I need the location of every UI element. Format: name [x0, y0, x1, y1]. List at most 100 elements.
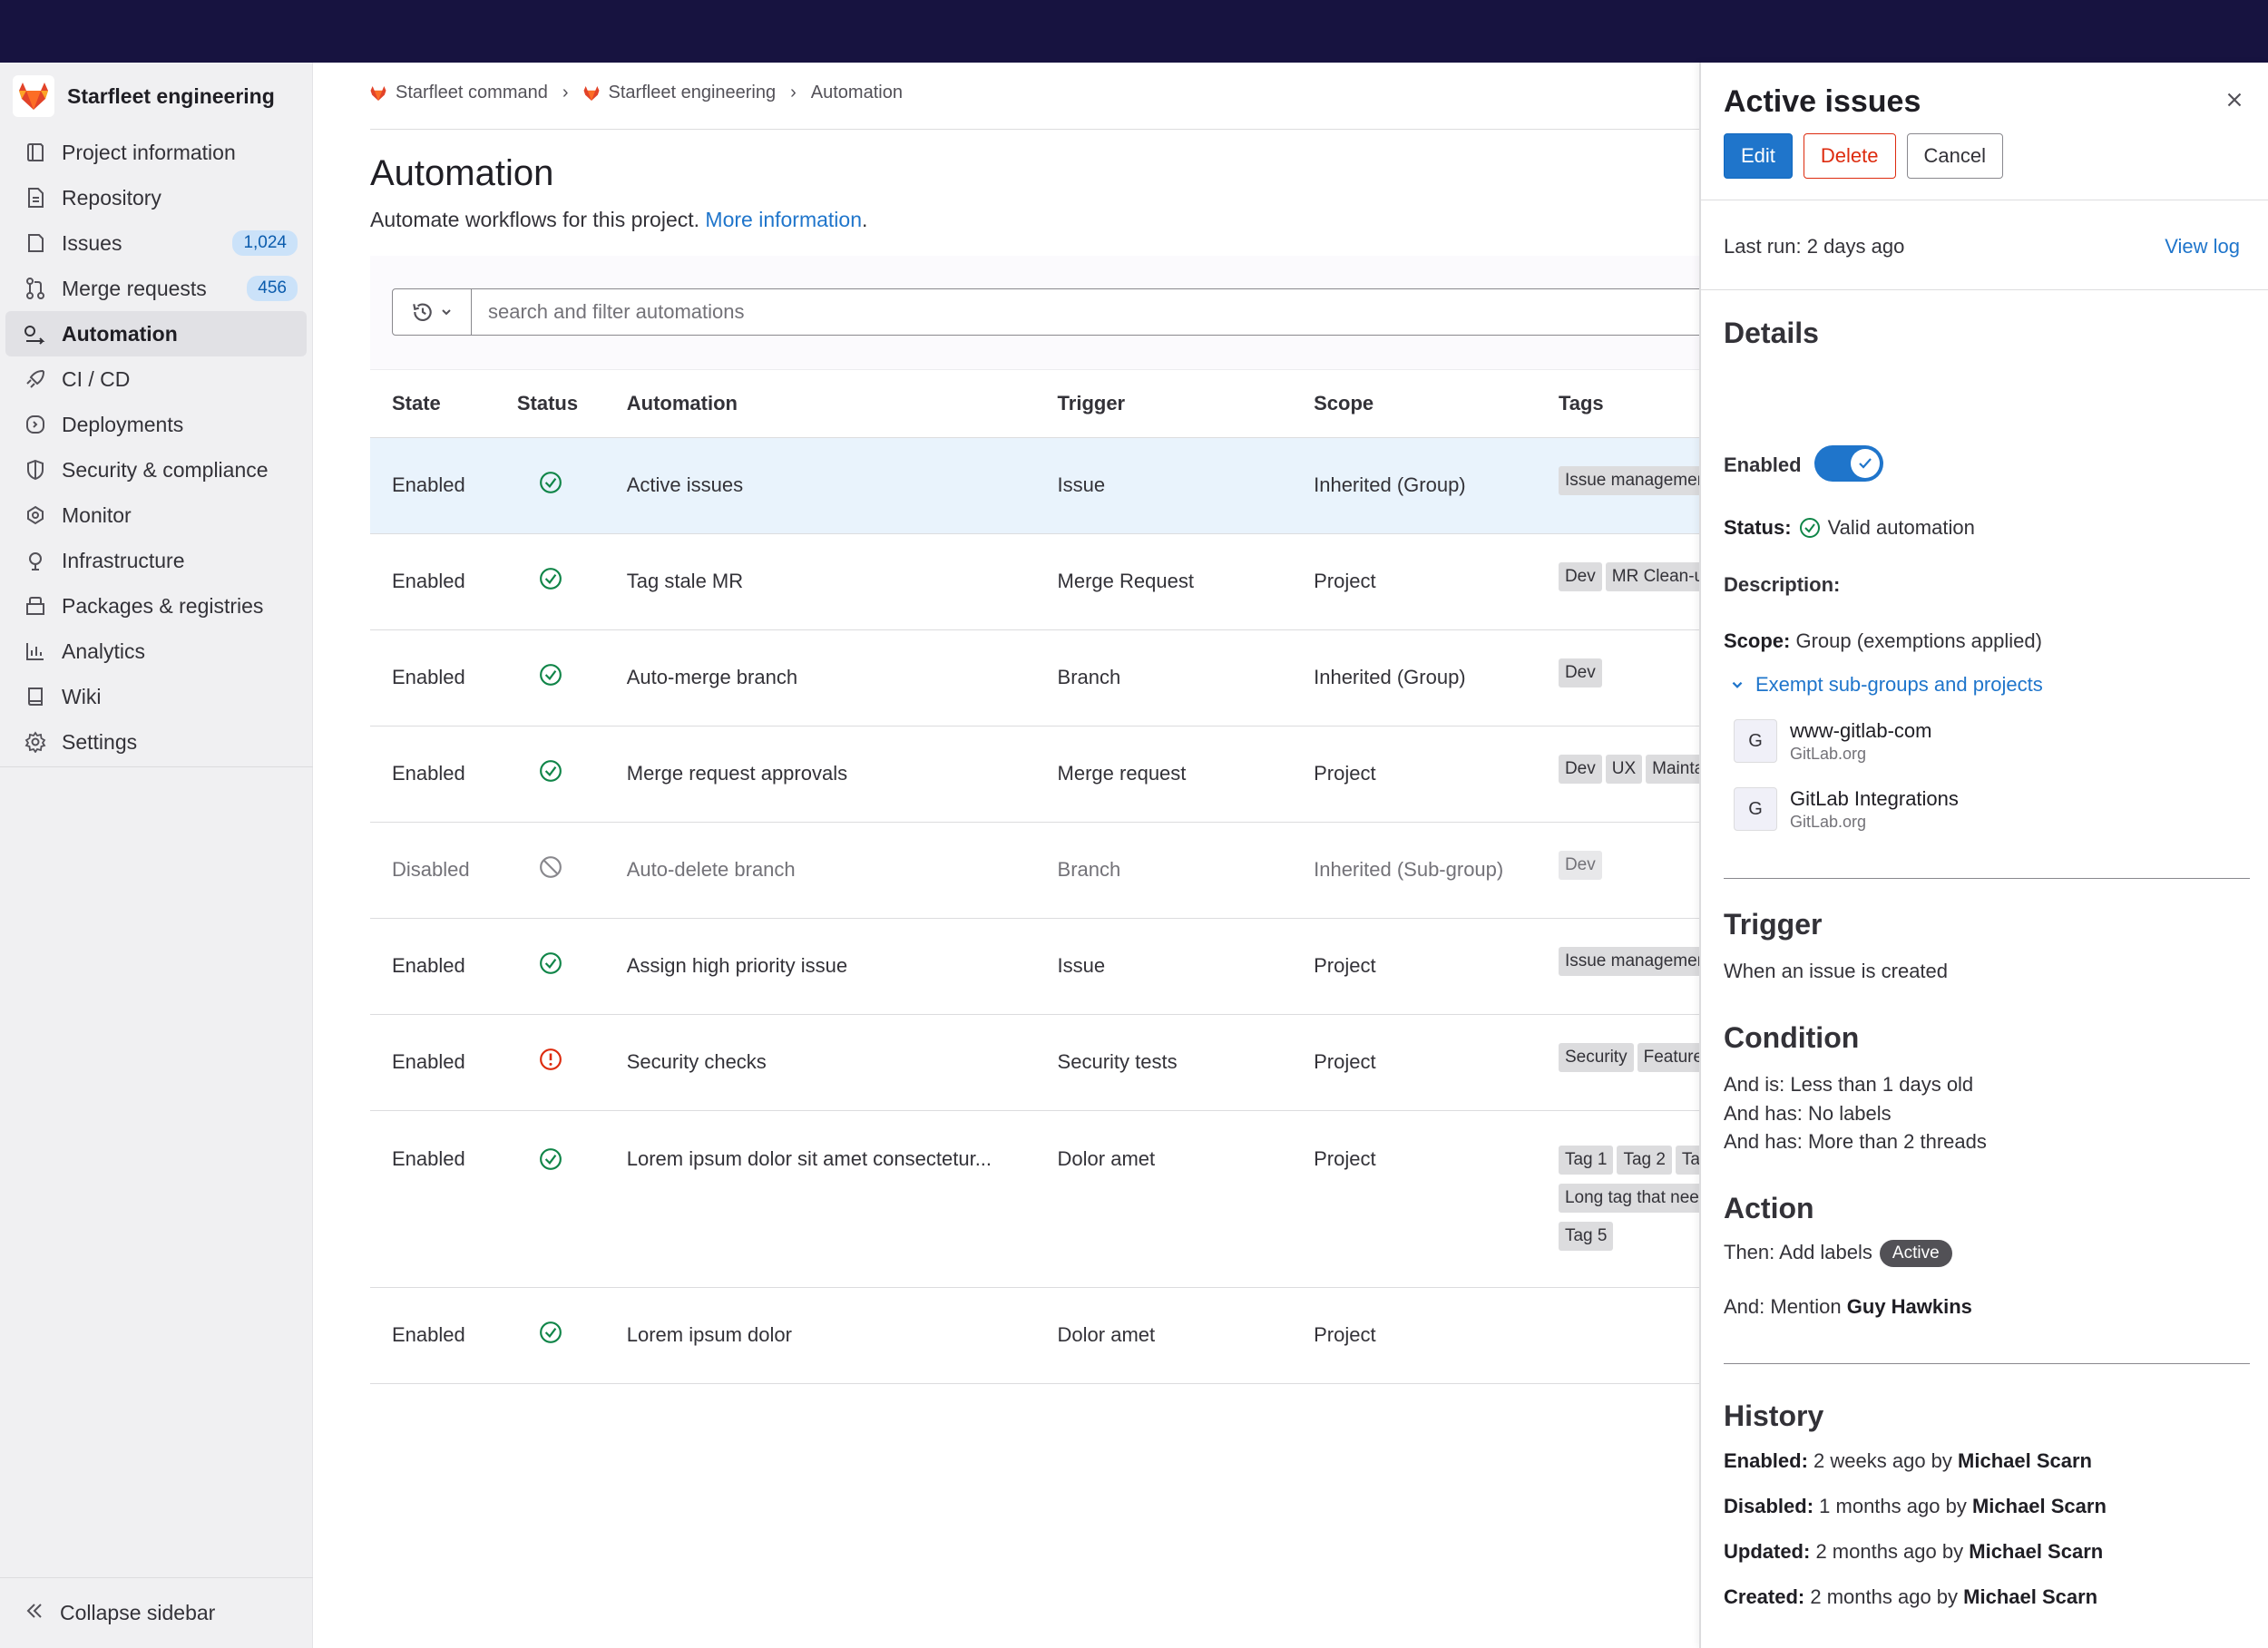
sidebar-item-ci-cd[interactable]: CI / CD [5, 356, 307, 402]
sidebar-item-deployments[interactable]: Deployments [5, 402, 307, 447]
more-information-link[interactable]: More information [705, 208, 862, 231]
state-cell: Enabled [370, 1014, 495, 1111]
table-row[interactable]: Enabled Lorem ipsum dolor sit amet conse… [370, 1110, 1701, 1288]
sidebar-project-header[interactable]: Starfleet engineering [0, 63, 312, 130]
gitlab-logo-icon [583, 85, 600, 101]
tag-badge: Tag 1 [1558, 1145, 1614, 1175]
automation-name-cell: Auto-delete branch [604, 822, 1036, 919]
history-user[interactable]: Michael Scarn [1969, 1540, 2103, 1563]
recent-searches-dropdown[interactable] [393, 289, 472, 335]
tag-badge: Long tag that needs truncation [1558, 1183, 1701, 1213]
sidebar-item-settings[interactable]: Settings [5, 719, 307, 765]
tag-badge: Dev [1558, 562, 1602, 591]
column-header-state[interactable]: State [370, 370, 495, 438]
trigger-cell: Merge Request [1035, 533, 1293, 630]
sidebar-item-label: Merge requests [62, 276, 207, 300]
table-row[interactable]: Enabled Merge request approvals Merge re… [370, 726, 1701, 823]
gitlab-logo-icon [370, 85, 386, 101]
sidebar-item-label: Deployments [62, 412, 184, 436]
gitlab-logo-icon [13, 75, 54, 117]
view-log-link[interactable]: View log [2165, 235, 2240, 258]
sidebar-item-packages-registries[interactable]: Packages & registries [5, 583, 307, 629]
automation-name-cell: Security checks [604, 1014, 1036, 1111]
tag-badge: Tag 5 [1558, 1221, 1614, 1251]
column-header-tags[interactable]: Tags [1536, 370, 1701, 438]
column-header-trigger[interactable]: Trigger [1035, 370, 1293, 438]
history-heading: History [1724, 1399, 1824, 1432]
enabled-label: Enabled [1724, 453, 1802, 476]
drawer-divider [1701, 289, 2268, 290]
last-run-text: Last run: 2 days ago [1724, 235, 1905, 258]
exempt-project-item[interactable]: G www-gitlab-com GitLab.org [1734, 719, 1931, 764]
table-row[interactable]: Enabled Auto-merge branch Branch Inherit… [370, 629, 1701, 726]
sidebar-item-label: Packages & registries [62, 593, 264, 618]
history-user[interactable]: Michael Scarn [1958, 1449, 2092, 1472]
details-heading: Details [1724, 317, 1819, 349]
sidebar-item-analytics[interactable]: Analytics [5, 629, 307, 674]
drawer-header: Active issues Edit Delete Cancel [1701, 63, 2268, 200]
tags-cell: DevUXMaintainer [1536, 726, 1701, 823]
merge-requests-count-badge: 456 [247, 276, 298, 301]
table-row[interactable]: Enabled Security checks Security tests P… [370, 1014, 1701, 1111]
table-row[interactable]: Enabled Assign high priority issue Issue… [370, 918, 1701, 1015]
sidebar-item-project-information[interactable]: Project information [5, 130, 307, 175]
sidebar-item-wiki[interactable]: Wiki [5, 674, 307, 719]
close-icon[interactable] [2223, 88, 2246, 116]
collapse-sidebar-button[interactable]: Collapse sidebar [0, 1577, 313, 1648]
breadcrumb-item[interactable]: Starfleet engineering [583, 83, 776, 103]
mention-row: And: Mention Guy Hawkins [1724, 1295, 1972, 1318]
document-icon [24, 186, 47, 210]
sidebar-item-issues[interactable]: Issues 1,024 [5, 220, 307, 266]
scope-cell: Project [1292, 726, 1537, 823]
condition-item: And is: Less than 1 days old [1724, 1073, 1974, 1096]
delete-button[interactable]: Delete [1803, 133, 1896, 179]
tag-badge: Tag 3 [1675, 1145, 1701, 1175]
trigger-text: When an issue is created [1724, 960, 1949, 982]
table-row[interactable]: Enabled Lorem ipsum dolor Dolor amet Pro… [370, 1287, 1701, 1384]
sidebar-item-automation[interactable]: Automation [5, 311, 307, 356]
table-row[interactable]: Enabled Active issues Issue Inherited (G… [370, 437, 1701, 534]
automation-icon [24, 322, 47, 346]
sidebar-item-security-compliance[interactable]: Security & compliance [5, 447, 307, 492]
mentioned-user[interactable]: Guy Hawkins [1847, 1295, 1972, 1318]
automations-table: State Status Automation Trigger Scope Ta… [370, 370, 1701, 1384]
sidebar-item-merge-requests[interactable]: Merge requests 456 [5, 266, 307, 311]
history-icon [413, 303, 432, 322]
chevron-right-icon: › [562, 83, 569, 102]
sidebar-item-infrastructure[interactable]: Infrastructure [5, 538, 307, 583]
enabled-toggle[interactable] [1814, 445, 1883, 482]
column-header-automation[interactable]: Automation [604, 370, 1036, 438]
history-user[interactable]: Michael Scarn [1972, 1495, 2107, 1517]
trigger-cell: Security tests [1035, 1014, 1293, 1111]
state-cell: Enabled [370, 533, 495, 630]
check-icon [1851, 449, 1880, 478]
edit-button[interactable]: Edit [1724, 133, 1793, 179]
tag-badge: Issue management [1558, 466, 1701, 495]
history-user[interactable]: Michael Scarn [1963, 1585, 2097, 1608]
sidebar-item-monitor[interactable]: Monitor [5, 492, 307, 538]
search-input[interactable]: search and filter automations [488, 300, 745, 324]
table-row[interactable]: Enabled Tag stale MR Merge Request Proje… [370, 533, 1701, 630]
main-content: Starfleet command › Starfleet engineerin… [313, 63, 1701, 1648]
column-header-status[interactable]: Status [494, 370, 605, 438]
cancel-button[interactable]: Cancel [1906, 133, 2003, 179]
exempt-project-item[interactable]: G GitLab Integrations GitLab.org [1734, 787, 1959, 832]
tags-cell: Issue management [1536, 918, 1701, 1015]
condition-heading: Condition [1724, 1021, 1860, 1054]
sidebar-item-repository[interactable]: Repository [5, 175, 307, 220]
sidebar-item-label: Security & compliance [62, 457, 269, 482]
scope-row: Scope: Group (exemptions applied) [1724, 629, 2042, 653]
column-header-scope[interactable]: Scope [1292, 370, 1537, 438]
tag-badge: Dev [1558, 851, 1602, 880]
automation-name-cell: Lorem ipsum dolor sit amet consectetur..… [604, 1110, 1036, 1288]
scope-cell: Project [1292, 1110, 1537, 1288]
tags-cell: DevMR Clean-up [1536, 533, 1701, 630]
exempt-toggle-link[interactable]: Exempt sub-groups and projects [1730, 673, 2043, 697]
tags-cell: Dev [1536, 822, 1701, 919]
state-cell: Enabled [370, 1110, 495, 1288]
chevron-right-icon: › [790, 83, 797, 102]
breadcrumb-item[interactable]: Starfleet command [370, 83, 548, 103]
table-row[interactable]: Disabled Auto-delete branch Branch Inher… [370, 822, 1701, 919]
check-circle-icon [539, 568, 562, 590]
avatar: G [1734, 719, 1777, 763]
